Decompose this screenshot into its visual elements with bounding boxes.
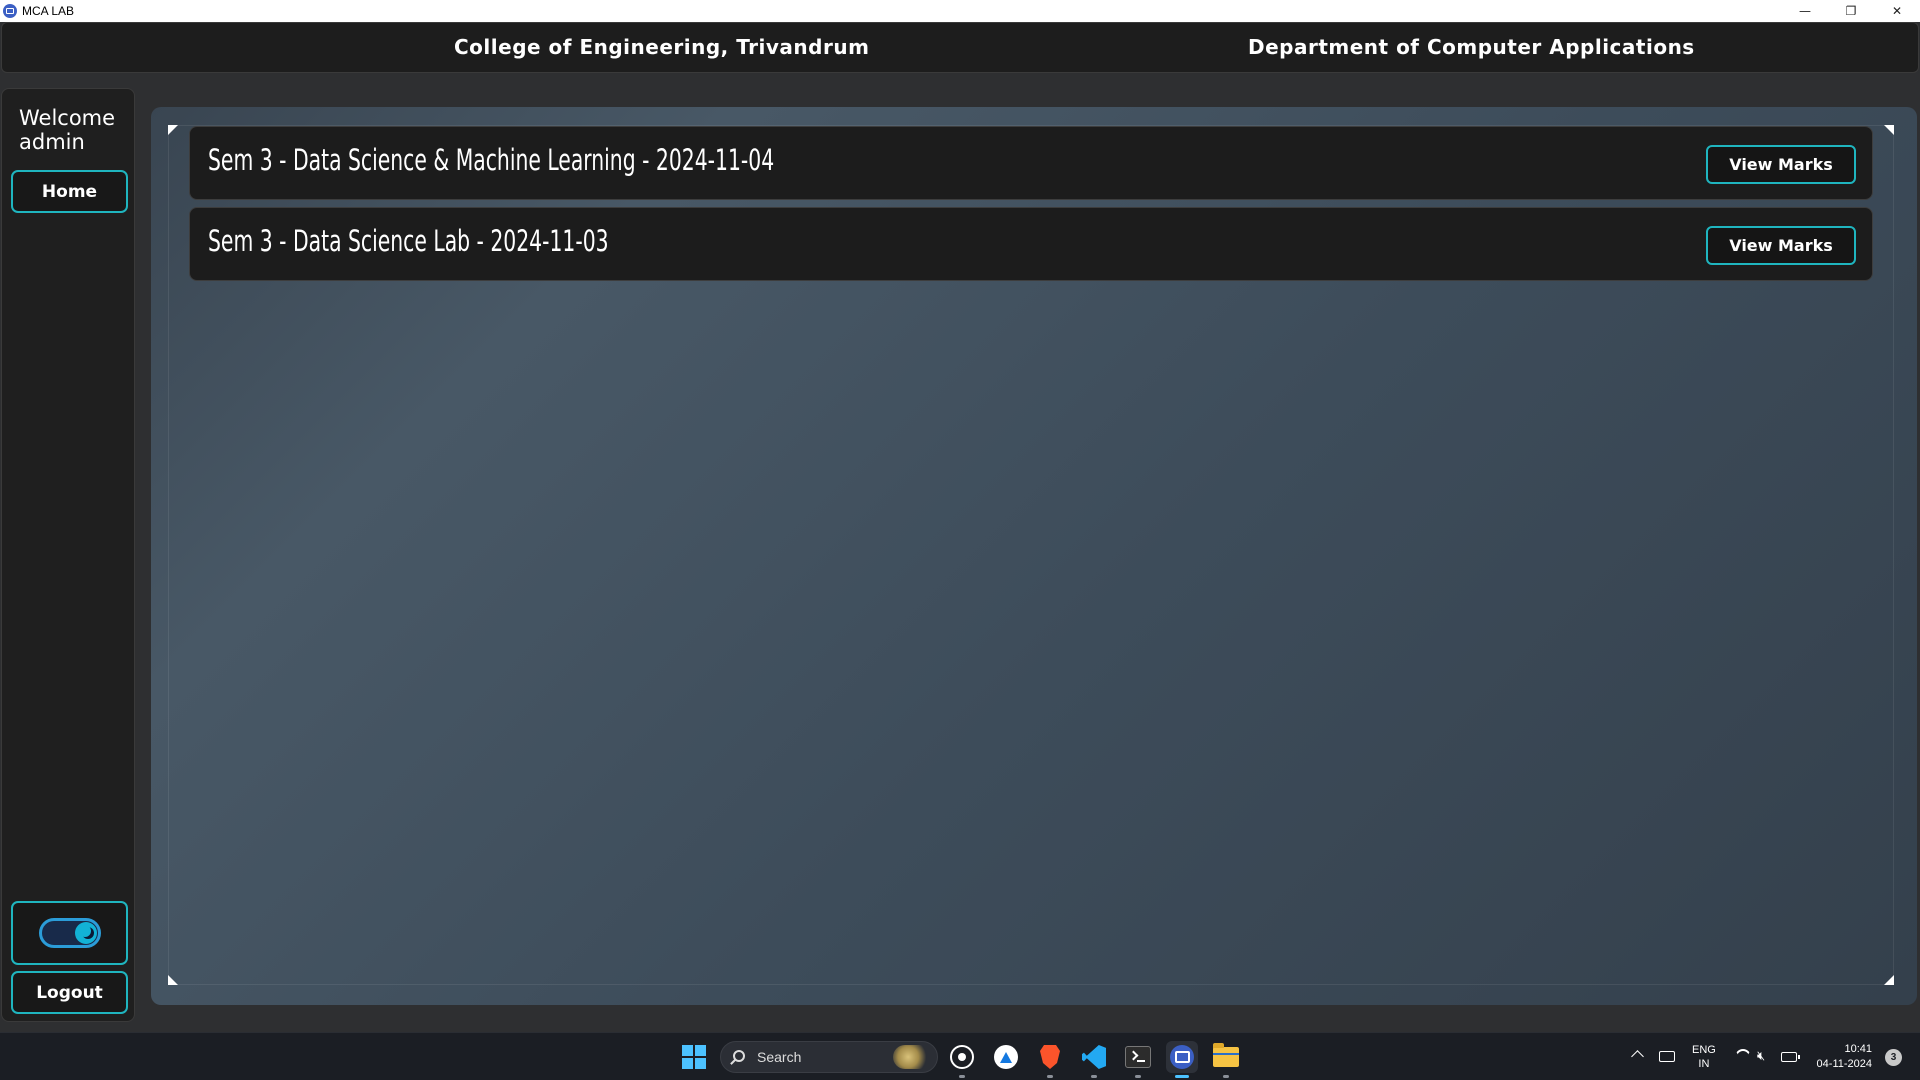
welcome-username: admin <box>19 130 85 154</box>
show-hidden-icons-chevron-icon[interactable] <box>1631 1050 1644 1063</box>
frame-corner-top-left <box>168 125 178 135</box>
wifi-icon[interactable] <box>1735 1049 1751 1065</box>
moon-icon <box>74 922 97 944</box>
store-icon[interactable] <box>990 1041 1022 1073</box>
mca-lab-icon[interactable] <box>1166 1041 1198 1078</box>
frame-corner-bottom-right <box>1884 975 1894 985</box>
notification-badge[interactable]: 3 <box>1885 1049 1902 1066</box>
file-explorer-icon[interactable] <box>1210 1041 1242 1078</box>
restore-button[interactable]: ❐ <box>1828 0 1874 22</box>
college-name: College of Engineering, Trivandrum <box>454 35 870 59</box>
language-code: ENG <box>1692 1044 1716 1056</box>
exam-card: Sem 3 - Data Science & Machine Learning … <box>189 126 1873 200</box>
search-icon <box>733 1050 745 1062</box>
taskbar-search[interactable]: Search <box>720 1041 938 1073</box>
start-icon[interactable] <box>682 1045 706 1069</box>
language-indicator[interactable]: ENG IN <box>1692 1043 1716 1071</box>
welcome-message: Welcome admin <box>19 106 115 154</box>
clock-time: 10:41 <box>1844 1043 1872 1055</box>
department-name: Department of Computer Applications <box>1248 35 1695 59</box>
theme-toggle-switch[interactable] <box>38 918 101 948</box>
vscode-icon[interactable] <box>1078 1041 1110 1078</box>
view-marks-button[interactable]: View Marks <box>1706 145 1856 184</box>
mca-lab-app-icon <box>3 4 17 18</box>
app-header: College of Engineering, Trivandrum Depar… <box>1 22 1919 73</box>
battery-icon[interactable] <box>1781 1052 1800 1062</box>
clock[interactable]: 10:41 04-11-2024 <box>1810 1042 1872 1072</box>
logout-button[interactable]: Logout <box>11 971 128 1014</box>
search-placeholder: Search <box>757 1049 802 1065</box>
window-controls: — ❐ ✕ <box>1782 0 1920 22</box>
speaker-muted-icon[interactable]: 🔇︎ <box>1757 1049 1773 1065</box>
whatsapp-icon[interactable] <box>946 1041 978 1078</box>
close-button[interactable]: ✕ <box>1874 0 1920 22</box>
sidebar: Welcome admin Home Logout <box>1 88 135 1022</box>
region-code: IN <box>1698 1058 1710 1070</box>
frame-corner-bottom-left <box>168 975 178 985</box>
taskbar: Search ENG IN 🔇︎ 10:41 04-11-2024 3 <box>0 1032 1920 1080</box>
clock-date: 04-11-2024 <box>1816 1058 1872 1070</box>
keyboard-icon[interactable] <box>1659 1051 1675 1062</box>
welcome-text: Welcome <box>19 106 116 130</box>
exam-title: Sem 3 - Data Science Lab - 2024-11-03 <box>208 224 609 258</box>
search-highlight-icon <box>893 1045 931 1069</box>
exam-title: Sem 3 - Data Science & Machine Learning … <box>208 143 775 177</box>
view-marks-button[interactable]: View Marks <box>1706 226 1856 265</box>
frame-corner-top-right <box>1884 125 1894 135</box>
brave-icon[interactable] <box>1034 1041 1066 1078</box>
window-title-bar: MCA LAB — ❐ ✕ <box>0 0 1920 22</box>
minimize-button[interactable]: — <box>1782 0 1828 22</box>
home-button[interactable]: Home <box>11 170 128 213</box>
terminal-icon[interactable] <box>1122 1041 1154 1078</box>
exam-card: Sem 3 - Data Science Lab - 2024-11-03 Vi… <box>189 207 1873 281</box>
window-title: MCA LAB <box>22 4 75 18</box>
theme-toggle-container <box>11 901 128 965</box>
